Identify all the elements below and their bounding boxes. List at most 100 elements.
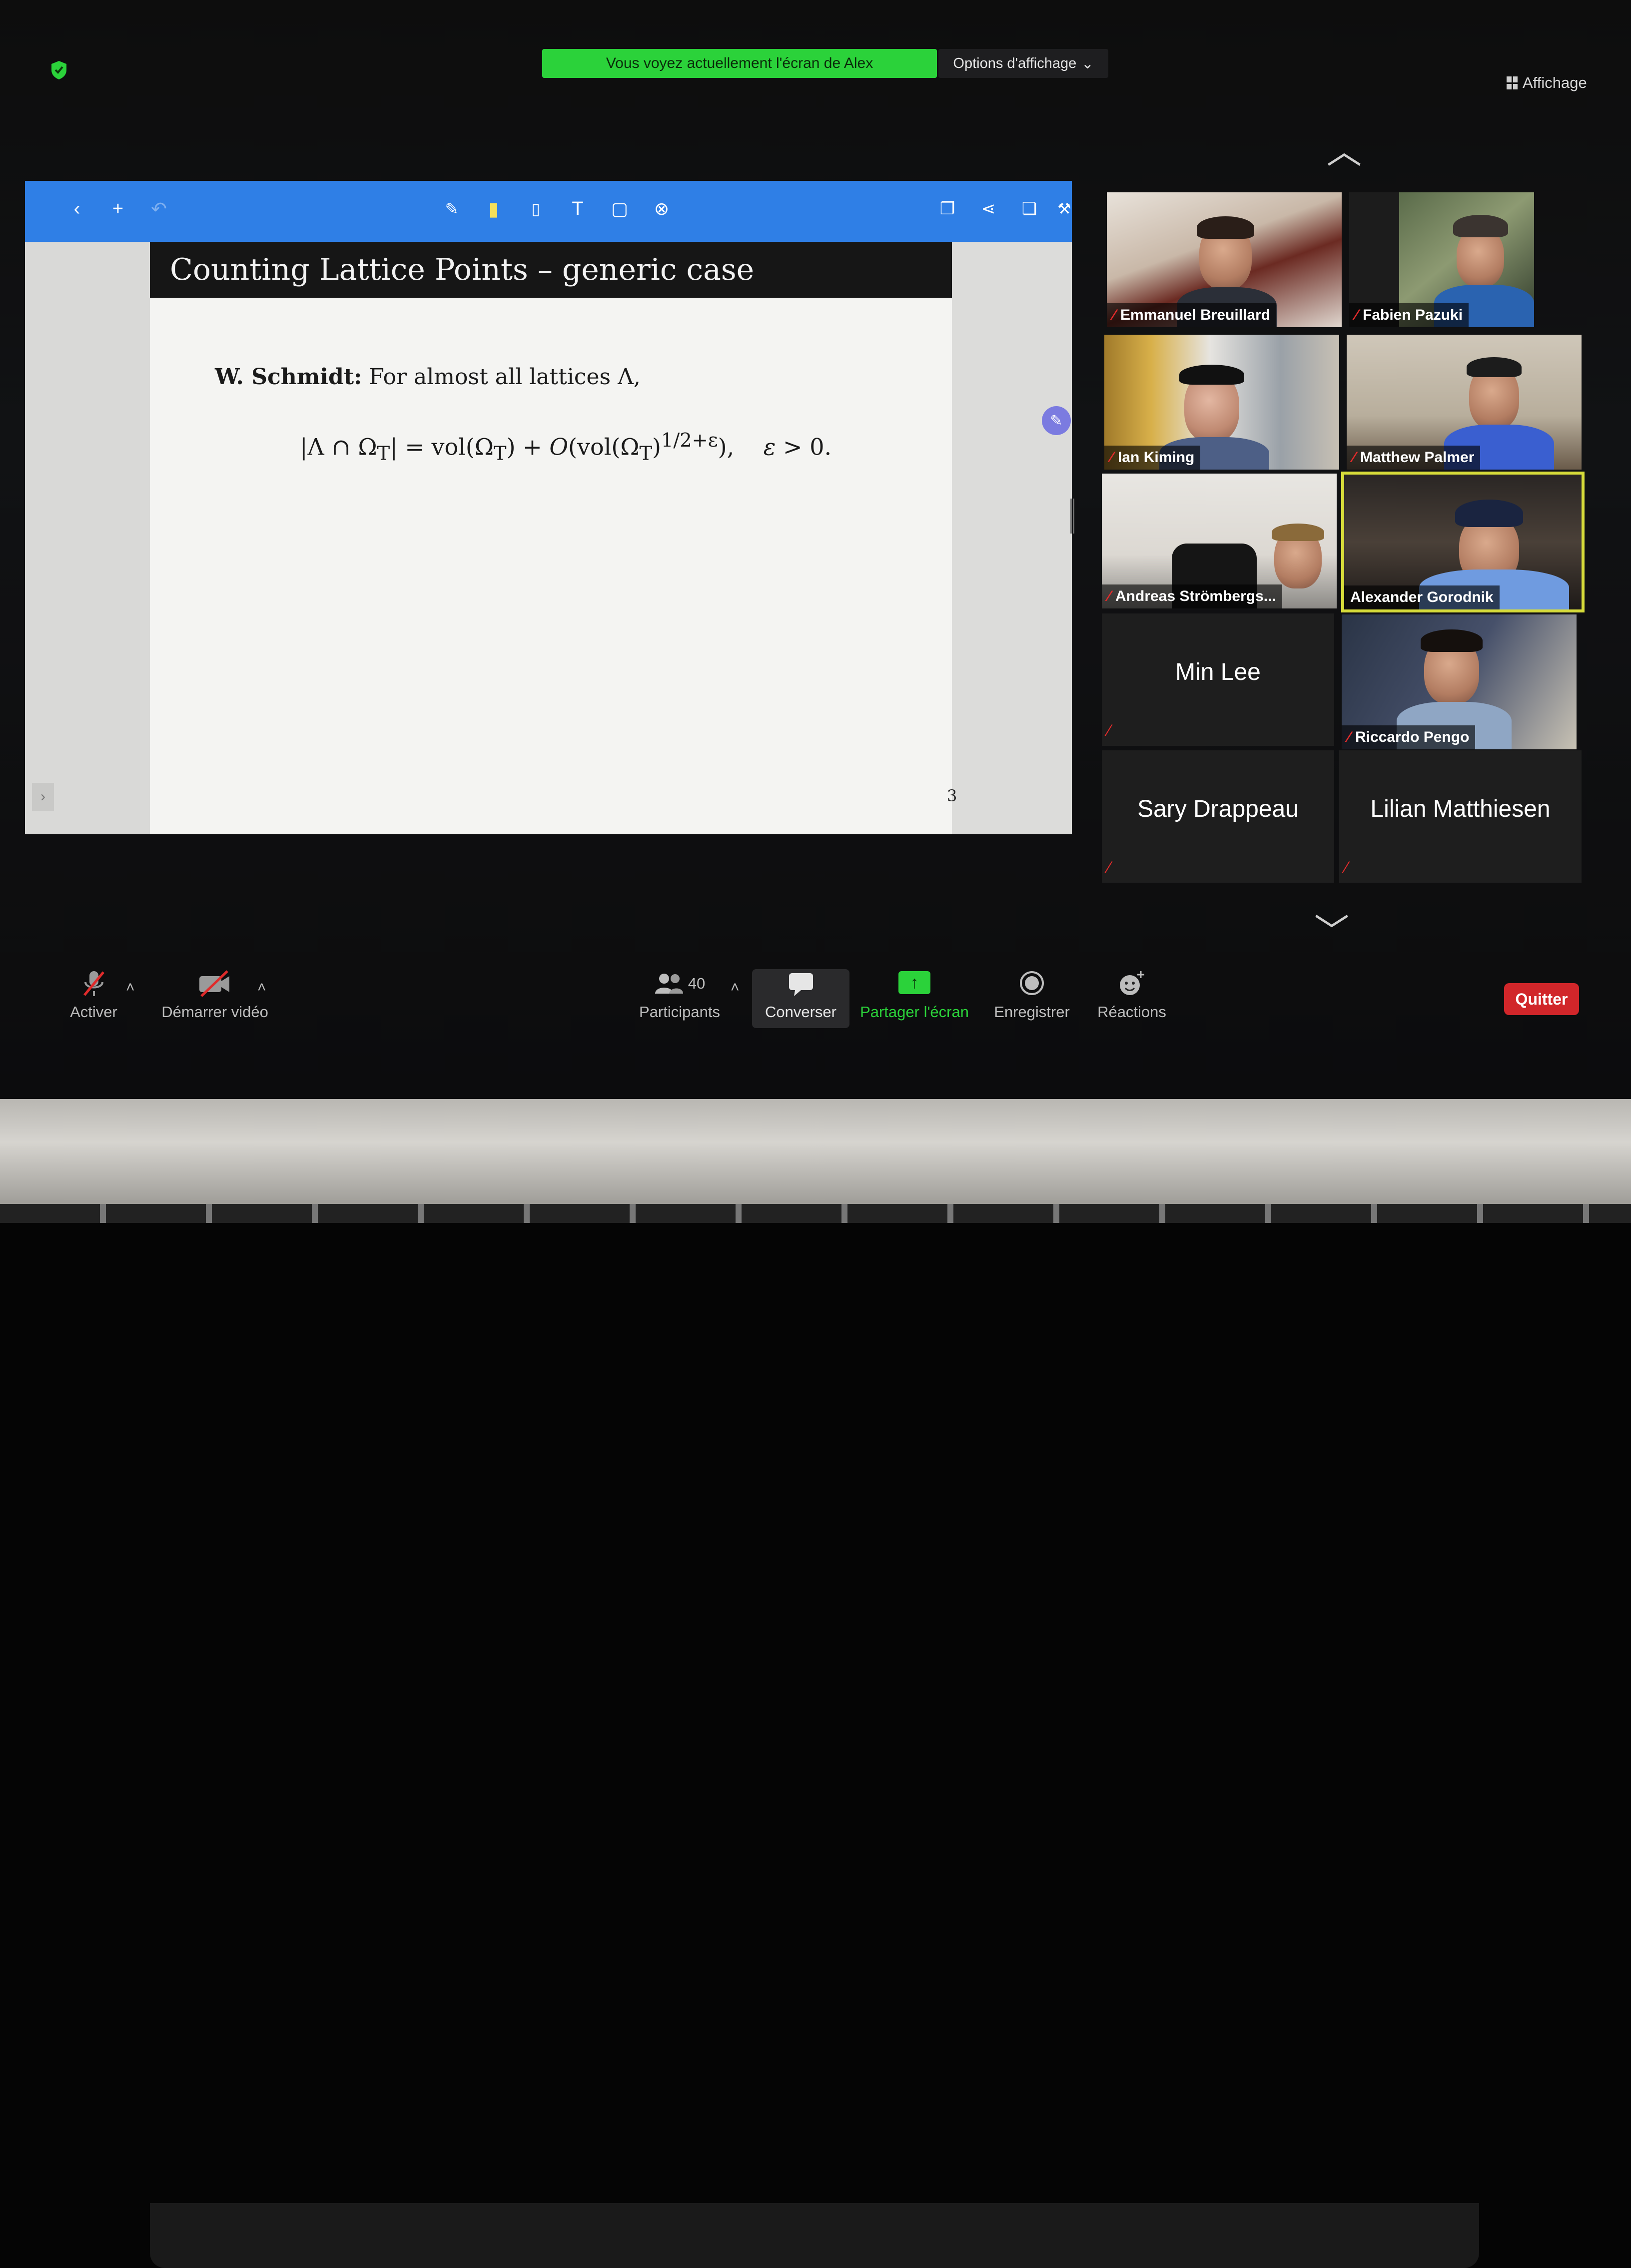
slide-page-number: 3 <box>947 786 957 805</box>
reactions-label: Réactions <box>1097 1003 1166 1021</box>
shape-icon[interactable]: ▢ <box>607 196 633 222</box>
participant-name: Andreas Strömbergs... <box>1115 588 1276 604</box>
participant-name: Sary Drappeau <box>1137 796 1299 822</box>
formula: |Λ ∩ ΩT| = vol(ΩT) + O(vol(ΩT)1/2+ε), ε … <box>300 429 832 465</box>
copy-icon[interactable]: ❏ <box>1016 196 1042 222</box>
quit-button[interactable]: Quitter <box>1504 983 1579 1015</box>
microphone-muted-icon <box>83 971 104 996</box>
mic-muted-icon: ⁄ <box>1110 449 1113 466</box>
presentation-slide: Counting Lattice Points – generic case W… <box>150 242 957 834</box>
video-options-caret-icon[interactable]: ˄ <box>257 979 266 996</box>
participant-tile[interactable]: ⁄ Emmanuel Breuillard <box>1107 192 1342 327</box>
mic-muted-icon: ⁄ <box>1113 307 1116 323</box>
participant-name: Matthew Palmer <box>1360 449 1475 466</box>
participant-tile[interactable]: ⁄ Fabien Pazuki <box>1349 192 1534 327</box>
participant-label: ⁄ Andreas Strömbergs... <box>1102 584 1282 608</box>
undo-icon[interactable]: ↶ <box>146 196 172 222</box>
participant-name: Emmanuel Breuillard <box>1120 307 1271 323</box>
theorem-text: For almost all lattices Λ, <box>369 364 641 390</box>
reactions-button[interactable]: Réactions <box>1094 969 1169 1021</box>
highlighter-icon[interactable]: ▮ <box>481 196 507 222</box>
security-shield-icon[interactable] <box>50 60 68 80</box>
text-icon[interactable]: T <box>565 196 591 222</box>
participants-label: Participants <box>639 1003 720 1021</box>
participant-tile[interactable]: ⁄ Ian Kiming <box>1104 335 1339 470</box>
mic-muted-icon: ⁄ <box>1348 729 1351 745</box>
gallery-up-chevron-icon[interactable]: ︿ <box>1327 134 1362 169</box>
participant-name: Ian Kiming <box>1118 449 1195 466</box>
chat-button[interactable]: Converser <box>755 969 847 1021</box>
laptop-hinge <box>150 2203 1479 2268</box>
view-label: Affichage <box>1523 74 1587 91</box>
mic-muted-icon: ⁄ <box>1345 858 1348 876</box>
clear-icon[interactable]: ⊗ <box>649 196 675 222</box>
pen-icon[interactable]: ✎ <box>439 196 465 222</box>
shared-screen: ‹ + ↶ ✎ ▮ ▯ T ▢ ⊗ ❐ ⋖ ❏ ⚒ Counting Latti… <box>25 181 1072 834</box>
participant-label: ⁄ Riccardo Pengo <box>1342 725 1476 749</box>
mic-muted-icon: ⁄ <box>1355 307 1358 323</box>
new-page-icon[interactable]: + <box>105 196 131 222</box>
participants-options-caret-icon[interactable]: ˄ <box>731 979 740 996</box>
participant-label: ⁄ Emmanuel Breuillard <box>1107 303 1277 327</box>
participant-label: ⁄ Fabien Pazuki <box>1349 303 1469 327</box>
share-screen-label: Partager l'écran <box>860 1003 969 1021</box>
participant-tile-active-speaker[interactable]: Alexander Gorodnik <box>1341 472 1585 612</box>
participant-name: Riccardo Pengo <box>1355 729 1470 745</box>
start-video-label: Démarrer vidéo <box>161 1003 268 1021</box>
zoom-window: Vous voyez actuellement l'écran de Alex … <box>0 0 1631 1099</box>
view-button[interactable]: Affichage <box>1507 74 1587 92</box>
layers-icon[interactable]: ❐ <box>934 196 960 222</box>
eraser-icon[interactable]: ▯ <box>523 196 549 222</box>
participant-name: Alexander Gorodnik <box>1350 589 1494 605</box>
participants-button[interactable]: 40 Participants <box>635 969 725 1021</box>
view-options-label: Options d'affichage <box>953 55 1077 71</box>
share-screen-button[interactable]: ↑ Partager l'écran <box>854 969 974 1021</box>
annotation-toolbar: ‹ + ↶ ✎ ▮ ▯ T ▢ ⊗ ❐ ⋖ ❏ ⚒ <box>25 181 1072 242</box>
mic-muted-icon: ⁄ <box>1108 588 1111 604</box>
slide-title-bar: Counting Lattice Points – generic case <box>150 242 952 298</box>
screen-share-banner: Vous voyez actuellement l'écran de Alex <box>542 49 937 78</box>
chat-bubble-icon <box>789 973 813 996</box>
participant-name: Lilian Matthiesen <box>1370 796 1551 822</box>
unmute-button[interactable]: Activer <box>60 969 127 1021</box>
participants-icon <box>655 974 683 994</box>
mic-muted-icon: ⁄ <box>1108 858 1111 876</box>
record-label: Enregistrer <box>994 1003 1070 1021</box>
participant-label: ⁄ Matthew Palmer <box>1347 446 1481 470</box>
participant-name: Min Lee <box>1175 659 1261 685</box>
participant-tile[interactable]: ⁄ Riccardo Pengo <box>1342 614 1577 749</box>
formula-start: |Λ ∩ Ω <box>300 433 377 461</box>
emoji-add-icon <box>1120 971 1144 995</box>
record-button[interactable]: Enregistrer <box>992 969 1072 1021</box>
mic-muted-icon: ⁄ <box>1108 721 1111 739</box>
video-camera-off-icon <box>199 970 229 997</box>
gallery-down-chevron-icon[interactable]: ﹀ <box>1314 914 1349 949</box>
banner-text: Vous voyez actuellement l'écran de Alex <box>606 55 873 71</box>
participant-label: Alexander Gorodnik <box>1344 585 1500 609</box>
theorem-author: W. Schmidt: <box>215 364 362 390</box>
chevron-right-icon[interactable]: › <box>32 783 54 811</box>
back-icon[interactable]: ‹ <box>64 196 90 222</box>
participant-name: Fabien Pazuki <box>1363 307 1463 323</box>
participant-label: ⁄ Ian Kiming <box>1104 446 1201 470</box>
start-video-button[interactable]: Démarrer vidéo <box>155 969 275 1021</box>
annotate-pencil-icon[interactable]: ✎ <box>1042 406 1071 435</box>
participant-tile[interactable]: Sary Drappeau ⁄ <box>1102 750 1334 883</box>
participant-tile[interactable]: Lilian Matthiesen ⁄ <box>1339 750 1582 883</box>
share-icon[interactable]: ⋖ <box>975 196 1001 222</box>
record-icon <box>1020 971 1044 995</box>
participant-tile[interactable]: Min Lee ⁄ <box>1102 613 1334 746</box>
participant-tile[interactable]: ⁄ Andreas Strömbergs... <box>1102 474 1337 608</box>
slide-margin-right <box>952 242 1072 834</box>
mic-muted-icon: ⁄ <box>1353 449 1356 466</box>
slide-margin-left <box>25 242 150 834</box>
resize-splitter[interactable] <box>1070 499 1074 534</box>
participant-tile[interactable]: ⁄ Matthew Palmer <box>1347 335 1582 470</box>
keyboard-row <box>0 1204 1631 1223</box>
slide-title: Counting Lattice Points – generic case <box>170 252 755 287</box>
settings-wrench-icon[interactable]: ⚒ <box>1057 196 1071 222</box>
grid-view-icon <box>1507 76 1518 89</box>
audio-options-caret-icon[interactable]: ˄ <box>126 979 135 996</box>
view-options-dropdown[interactable]: Options d'affichage ⌄ <box>938 49 1108 78</box>
share-screen-icon: ↑ <box>898 971 930 994</box>
